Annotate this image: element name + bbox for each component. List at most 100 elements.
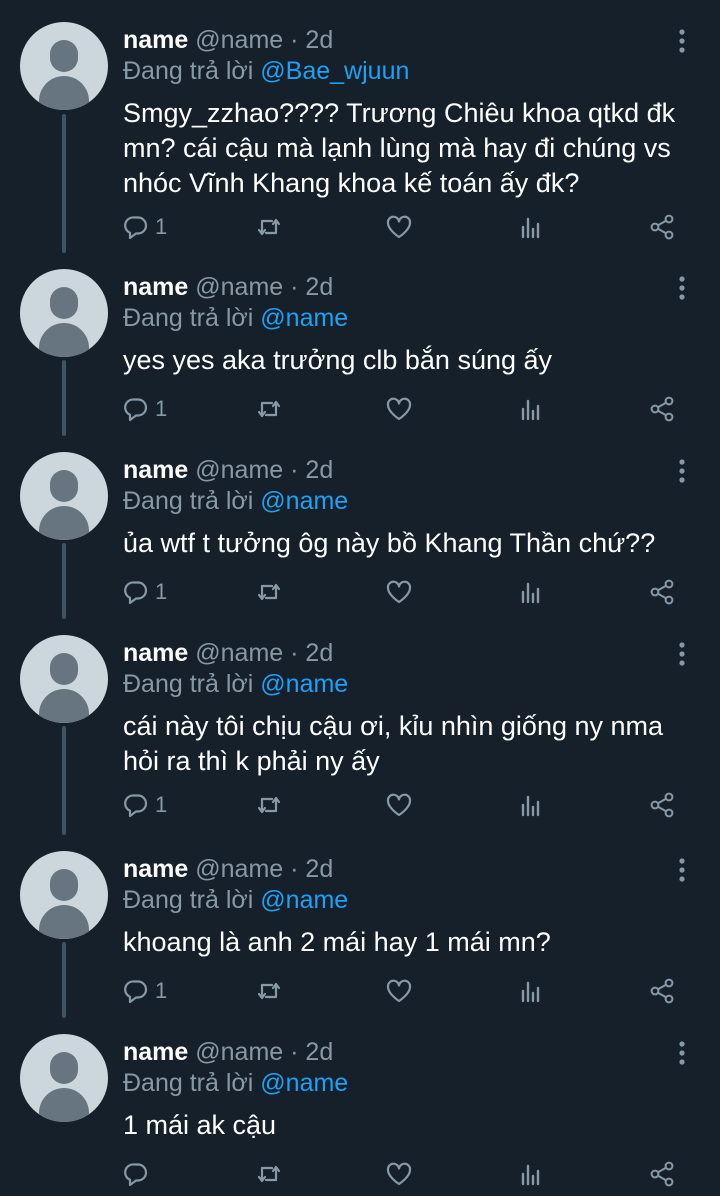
share-button[interactable] [648,788,676,822]
like-button[interactable] [385,974,413,1008]
reply-button[interactable]: 1 [123,974,167,1008]
tweet-text: yes yes aka trưởng clb bắn súng ấy [123,345,553,375]
stats-button[interactable] [518,392,544,426]
stats-button[interactable] [518,788,544,822]
default-avatar-icon [50,287,78,319]
stats-button[interactable] [518,210,544,244]
more-vertical-icon[interactable] [672,1040,692,1066]
retweet-button[interactable] [255,575,283,609]
reply-button[interactable]: 1 [123,788,167,822]
thread-connector-line [62,360,66,436]
reply-count: 1 [155,396,168,421]
more-vertical-icon[interactable] [672,28,692,54]
replying-to: Đang trả lời @name [123,884,348,916]
like-button[interactable] [385,788,413,822]
like-button[interactable] [385,392,413,426]
user-handle[interactable]: @name [195,639,283,667]
user-handle[interactable]: @name [195,855,283,883]
retweet-icon [255,214,283,240]
reply-icon [123,792,149,818]
replying-mention-link[interactable]: @name [260,487,348,515]
retweet-icon [255,1161,283,1187]
more-vertical-icon[interactable] [672,641,692,667]
retweet-button[interactable] [255,1157,283,1191]
like-button[interactable] [385,575,413,609]
separator-dot: · [290,1038,299,1066]
separator-dot: · [290,639,299,667]
user-handle[interactable]: @name [195,1038,283,1066]
share-button[interactable] [648,1157,676,1191]
display-name[interactable]: name [123,456,188,484]
reply-button[interactable]: 1 [123,392,167,426]
heart-icon [385,396,413,422]
share-button[interactable] [648,210,676,244]
share-button[interactable] [648,575,676,609]
tweet-text: cái này tôi chịu cậu ơi, kỉu nhìn giống … [123,711,664,776]
replying-mention-link[interactable]: @name [260,670,348,698]
display-name[interactable]: name [123,639,188,667]
user-handle[interactable]: @name [195,456,283,484]
display-name[interactable]: name [123,855,188,883]
reply-icon [123,396,149,422]
timestamp[interactable]: 2d [305,1038,333,1066]
replying-label: Đang trả lời [123,670,254,698]
reply-button[interactable]: 1 [123,575,167,609]
user-handle[interactable]: @name [195,273,283,301]
display-name[interactable]: name [123,26,188,54]
reply-button[interactable] [123,1157,155,1191]
tweet-text: ủa wtf t tưởng ôg này bồ Khang Thần chứ?… [123,528,656,558]
retweet-button[interactable] [255,788,283,822]
reply-button[interactable]: 1 [123,210,167,244]
replying-mention-link[interactable]: @name [260,304,348,332]
thread-connector-line [62,942,66,1018]
replying-mention-link[interactable]: @Bae_wjuun [260,57,409,85]
share-icon [648,213,676,241]
timestamp[interactable]: 2d [305,456,333,484]
share-button[interactable] [648,974,676,1008]
share-icon [648,578,676,606]
stats-button[interactable] [518,1157,544,1191]
display-name[interactable]: name [123,1038,188,1066]
avatar[interactable] [20,22,108,110]
retweet-button[interactable] [255,392,283,426]
more-vertical-icon[interactable] [672,857,692,883]
avatar[interactable] [20,851,108,939]
replying-mention-link[interactable]: @name [260,1069,348,1097]
heart-icon [385,214,413,240]
tweet-header: name @name · 2d [123,24,333,56]
tweet-header: name @name · 2d [123,637,333,669]
like-button[interactable] [385,1157,413,1191]
share-icon [648,395,676,423]
more-vertical-icon[interactable] [672,458,692,484]
share-button[interactable] [648,392,676,426]
separator-dot: · [290,456,299,484]
reply-icon [123,214,149,240]
stats-button[interactable] [518,575,544,609]
tweet-text: Smgy_zzhao???? Trương Chiêu khoa qtkd đk… [123,98,676,198]
replying-mention-link[interactable]: @name [260,886,348,914]
user-handle[interactable]: @name [195,26,283,54]
stats-button[interactable] [518,974,544,1008]
retweet-button[interactable] [255,974,283,1008]
more-vertical-icon[interactable] [672,275,692,301]
avatar[interactable] [20,1034,108,1122]
like-button[interactable] [385,210,413,244]
timestamp[interactable]: 2d [305,26,333,54]
stats-icon [518,214,544,240]
tweet-header: name @name · 2d [123,853,333,885]
thread-connector-line [62,726,66,835]
thread-connector-line [62,543,66,619]
retweet-button[interactable] [255,210,283,244]
timestamp[interactable]: 2d [305,639,333,667]
share-icon [648,977,676,1005]
retweet-icon [255,792,283,818]
timestamp[interactable]: 2d [305,273,333,301]
display-name[interactable]: name [123,273,188,301]
avatar[interactable] [20,269,108,357]
avatar[interactable] [20,635,108,723]
replying-to: Đang trả lời @name [123,1067,348,1099]
tweet-actions: 1 [123,788,683,822]
timestamp[interactable]: 2d [305,855,333,883]
avatar[interactable] [20,452,108,540]
tweet-header: name @name · 2d [123,271,333,303]
